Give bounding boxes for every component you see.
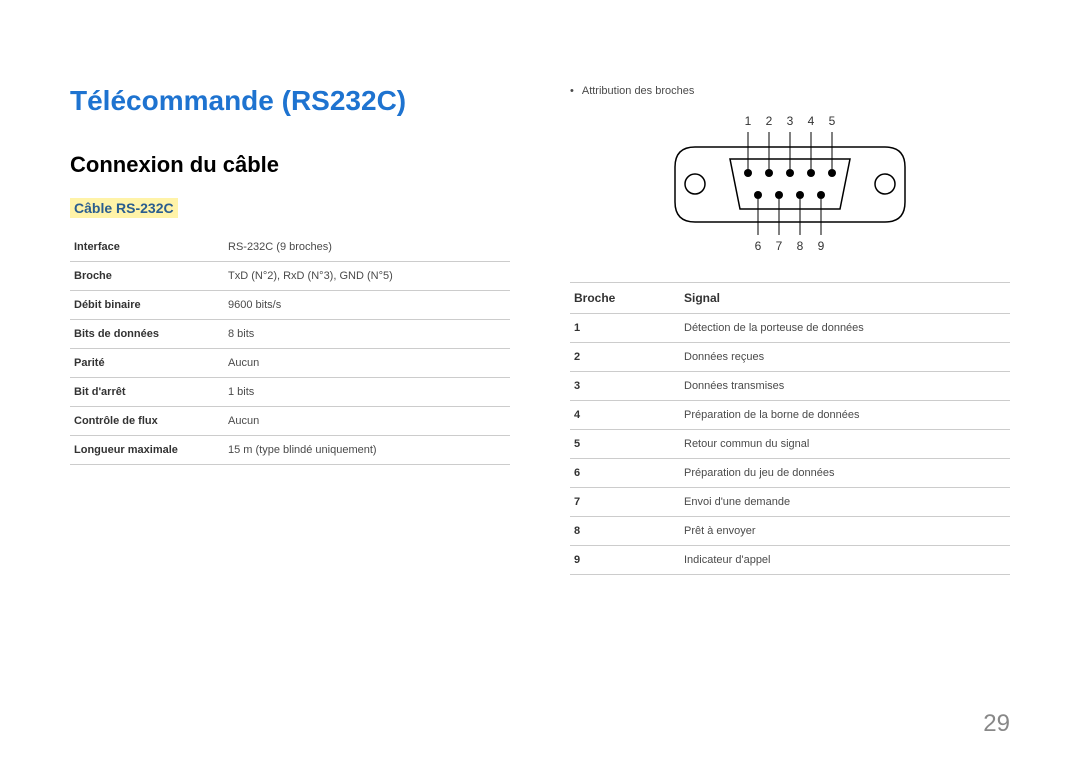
spec-label: Longueur maximale	[70, 436, 224, 465]
spec-row: BrocheTxD (N°2), RxD (N°3), GND (N°5)	[70, 262, 510, 291]
pin-number: 1	[570, 314, 680, 343]
spec-value: 9600 bits/s	[224, 291, 510, 320]
page-number: 29	[983, 710, 1010, 738]
spec-label: Parité	[70, 349, 224, 378]
section-title: Connexion du câble	[70, 152, 510, 178]
pin-signal: Préparation de la borne de données	[680, 401, 1010, 430]
spec-value: Aucun	[224, 349, 510, 378]
pin-number: 2	[570, 343, 680, 372]
pin-number: 8	[570, 517, 680, 546]
pin-number: 9	[570, 546, 680, 575]
diagram-pin-label: 8	[797, 239, 804, 253]
spec-value: TxD (N°2), RxD (N°3), GND (N°5)	[224, 262, 510, 291]
diagram-pin-label: 3	[787, 114, 794, 128]
spec-label: Interface	[70, 233, 224, 262]
spec-value: 8 bits	[224, 320, 510, 349]
pin-row: 3Données transmises	[570, 372, 1010, 401]
pin-signal: Préparation du jeu de données	[680, 459, 1010, 488]
spec-label: Contrôle de flux	[70, 407, 224, 436]
pin-table-header-broche: Broche	[570, 283, 680, 314]
pin-row: 6Préparation du jeu de données	[570, 459, 1010, 488]
pin-signal: Données transmises	[680, 372, 1010, 401]
pin-number: 5	[570, 430, 680, 459]
pin-signal: Indicateur d'appel	[680, 546, 1010, 575]
spec-value: Aucun	[224, 407, 510, 436]
spec-row: Contrôle de fluxAucun	[70, 407, 510, 436]
spec-row: Bit d'arrêt1 bits	[70, 378, 510, 407]
pin-number: 6	[570, 459, 680, 488]
spec-label: Débit binaire	[70, 291, 224, 320]
spec-row: InterfaceRS-232C (9 broches)	[70, 233, 510, 262]
spec-value: 1 bits	[224, 378, 510, 407]
pin-number: 3	[570, 372, 680, 401]
pin-signal: Retour commun du signal	[680, 430, 1010, 459]
spec-row: Longueur maximale15 m (type blindé uniqu…	[70, 436, 510, 465]
pin-number: 4	[570, 401, 680, 430]
spec-value: RS-232C (9 broches)	[224, 233, 510, 262]
main-title: Télécommande (RS232C)	[70, 85, 510, 117]
spec-table: InterfaceRS-232C (9 broches)BrocheTxD (N…	[70, 233, 510, 465]
spec-label: Broche	[70, 262, 224, 291]
pin-table: Broche Signal 1Détection de la porteuse …	[570, 282, 1010, 575]
spec-value: 15 m (type blindé uniquement)	[224, 436, 510, 465]
spec-label: Bits de données	[70, 320, 224, 349]
pin-row: 2Données reçues	[570, 343, 1010, 372]
pin-row: 4Préparation de la borne de données	[570, 401, 1010, 430]
diagram-pin-label: 6	[755, 239, 762, 253]
pin-row: 8Prêt à envoyer	[570, 517, 1010, 546]
bullet-attribution: Attribution des broches	[570, 85, 1010, 97]
diagram-pin-label: 5	[829, 114, 836, 128]
pin-table-header-signal: Signal	[680, 283, 1010, 314]
pin-row: 5Retour commun du signal	[570, 430, 1010, 459]
diagram-pin-label: 7	[776, 239, 783, 253]
pin-signal: Prêt à envoyer	[680, 517, 1010, 546]
spec-label: Bit d'arrêt	[70, 378, 224, 407]
pin-signal: Envoi d'une demande	[680, 488, 1010, 517]
pin-number: 7	[570, 488, 680, 517]
pin-row: 7Envoi d'une demande	[570, 488, 1010, 517]
spec-row: Bits de données8 bits	[70, 320, 510, 349]
spec-row: ParitéAucun	[70, 349, 510, 378]
pin-signal: Détection de la porteuse de données	[680, 314, 1010, 343]
diagram-pin-label: 2	[766, 114, 773, 128]
pin-row: 1Détection de la porteuse de données	[570, 314, 1010, 343]
diagram-pin-label: 9	[818, 239, 825, 253]
db9-connector-diagram: 12345 6789	[660, 107, 920, 257]
pin-signal: Données reçues	[680, 343, 1010, 372]
diagram-pin-label: 1	[745, 114, 752, 128]
sub-title: Câble RS-232C	[70, 198, 178, 218]
diagram-pin-label: 4	[808, 114, 815, 128]
spec-row: Débit binaire9600 bits/s	[70, 291, 510, 320]
pin-row: 9Indicateur d'appel	[570, 546, 1010, 575]
